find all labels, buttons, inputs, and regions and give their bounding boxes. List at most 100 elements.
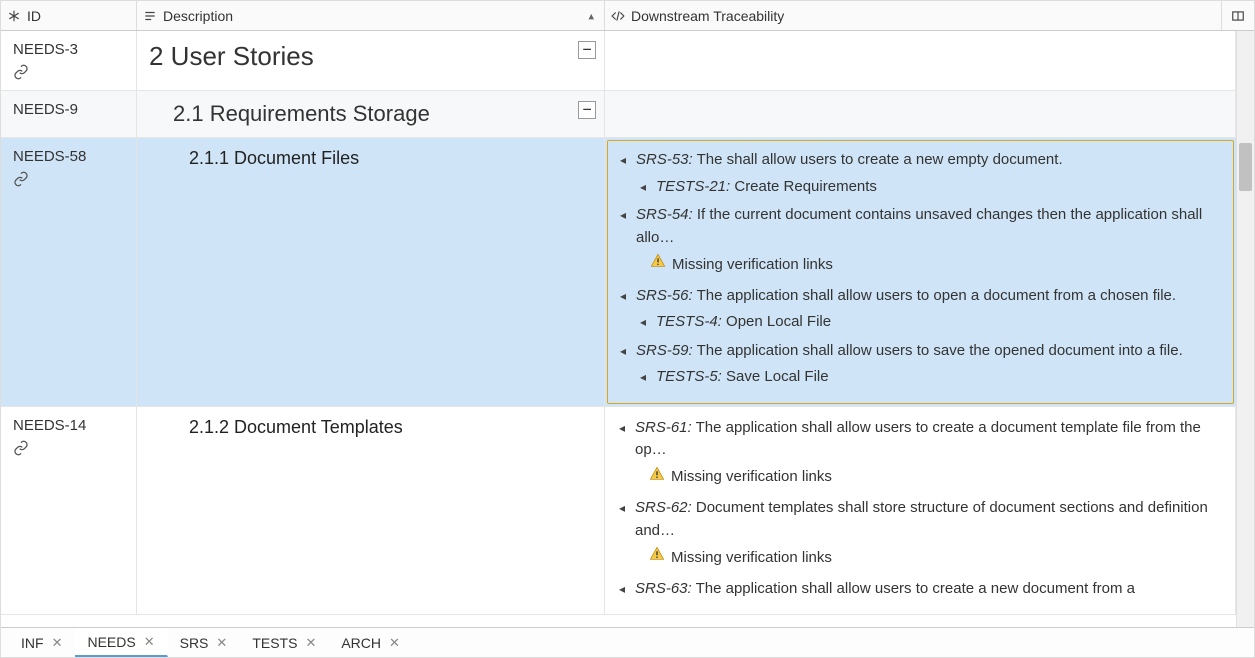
- id-cell: NEEDS-14: [1, 407, 137, 615]
- scrollbar-thumb[interactable]: [1239, 143, 1252, 191]
- trace-ref-id: SRS-63:: [635, 580, 692, 597]
- column-header-traceability[interactable]: Downstream Traceability: [605, 1, 1222, 30]
- tab-needs[interactable]: NEEDS✕: [75, 628, 167, 657]
- trace-subitem[interactable]: ◂TESTS-5: Save Local File: [620, 366, 1221, 389]
- trace-item[interactable]: ◂SRS-62: Document templates shall store …: [619, 497, 1221, 542]
- main-pane: NEEDS-32 User Stories−NEEDS-92.1 Require…: [1, 31, 1254, 627]
- table-row[interactable]: NEEDS-9 2.1 Requirements Storage−: [1, 91, 1236, 138]
- document-tabs: INF✕NEEDS✕SRS✕TESTS✕ARCH✕: [1, 627, 1254, 657]
- close-icon[interactable]: ✕: [144, 634, 155, 650]
- triangle-left-icon: ◂: [620, 342, 626, 360]
- warning-text: Missing verification links: [671, 547, 832, 570]
- trace-ref-id: SRS-53:: [636, 151, 693, 168]
- triangle-left-icon: ◂: [620, 206, 626, 224]
- trace-ref-id: SRS-59:: [636, 342, 693, 359]
- column-config-button[interactable]: [1222, 1, 1254, 30]
- tab-arch[interactable]: ARCH✕: [329, 628, 413, 657]
- trace-text: The application shall allow users to sav…: [693, 342, 1183, 359]
- trace-item[interactable]: ◂SRS-54: If the current document contain…: [620, 204, 1221, 249]
- asterisk-icon: [7, 9, 21, 23]
- trace-item[interactable]: ◂SRS-61: The application shall allow use…: [619, 417, 1221, 462]
- column-header-description-label: Description: [163, 8, 233, 24]
- triangle-left-icon: ◂: [640, 178, 646, 196]
- trace-item[interactable]: ◂SRS-53: The shall allow users to create…: [620, 149, 1221, 172]
- trace-text: Create Requirements: [730, 178, 877, 195]
- close-icon[interactable]: ✕: [389, 635, 400, 651]
- traceability-cell[interactable]: [605, 91, 1236, 137]
- warning-text: Missing verification links: [671, 466, 832, 489]
- tab-label: SRS: [180, 635, 209, 651]
- description-text: 2 User Stories: [149, 41, 592, 72]
- grid-wrap: NEEDS-32 User Stories−NEEDS-92.1 Require…: [1, 31, 1236, 627]
- description-cell[interactable]: 2.1.2 Document Templates: [137, 407, 605, 615]
- warning-icon: [649, 546, 665, 570]
- trace-text: The application shall allow users to cre…: [635, 419, 1201, 459]
- trace-item[interactable]: ◂ SRS-56: The application shall allow use…: [620, 285, 1221, 308]
- id-cell: NEEDS-58: [1, 138, 137, 406]
- traceability-cell[interactable]: [605, 31, 1236, 90]
- row-id: NEEDS-3: [13, 41, 78, 58]
- column-header-id-label: ID: [27, 8, 41, 24]
- table-row[interactable]: NEEDS-3 2 User Stories−: [1, 31, 1236, 91]
- id-cell: NEEDS-3: [1, 31, 137, 90]
- trace-ref-id: TESTS-21:: [656, 178, 730, 195]
- trace-text: The application shall allow users to cre…: [692, 580, 1135, 597]
- description-text: 2.1.2 Document Templates: [149, 417, 592, 438]
- trace-item[interactable]: ◂ SRS-59: The application shall allow use…: [620, 340, 1221, 363]
- tab-tests[interactable]: TESTS ✕: [240, 628, 329, 657]
- warning-text: Missing verification links: [672, 254, 833, 277]
- trace-ref-id: TESTS-5:: [656, 368, 722, 385]
- trace-item[interactable]: ◂ SRS-63: The application shall allow use…: [619, 578, 1221, 601]
- link-icon[interactable]: [13, 440, 124, 456]
- trace-text: Document templates shall store structure…: [635, 499, 1208, 539]
- row-id: NEEDS-14: [13, 417, 86, 434]
- trace-subitem[interactable]: ◂ TESTS-21: Create Requirements: [620, 176, 1221, 199]
- warning-icon: [650, 253, 666, 277]
- warning-row: Missing verification links: [620, 253, 1221, 277]
- trace-ref-id: SRS-54:: [636, 206, 693, 223]
- trace-text: Open Local File: [722, 313, 831, 330]
- column-header-description[interactable]: Description ▴: [137, 1, 605, 30]
- close-icon[interactable]: ✕: [305, 635, 316, 651]
- traceability-cell[interactable]: ◂SRS-53: The shall allow users to create…: [607, 140, 1234, 404]
- description-text: 2.1 Requirements Storage: [149, 101, 592, 127]
- trace-ref-id: SRS-56:: [636, 287, 693, 304]
- link-icon[interactable]: [13, 64, 124, 80]
- description-cell[interactable]: 2.1 Requirements Storage−: [137, 91, 605, 137]
- code-icon: [611, 9, 625, 23]
- tab-label: INF: [21, 635, 44, 651]
- close-icon[interactable]: ✕: [52, 635, 63, 651]
- triangle-left-icon: ◂: [620, 287, 626, 305]
- row-id: NEEDS-9: [13, 101, 78, 118]
- row-id: NEEDS-58: [13, 148, 86, 165]
- triangle-left-icon: ◂: [619, 580, 625, 598]
- triangle-left-icon: ◂: [640, 313, 646, 331]
- description-cell[interactable]: 2.1.1 Document Files: [137, 138, 605, 406]
- trace-ref-id: TESTS-4:: [656, 313, 722, 330]
- table-row[interactable]: NEEDS-14 2.1.2 Document Templates ◂ SRS-61:…: [1, 407, 1236, 616]
- vertical-scrollbar[interactable]: [1236, 31, 1254, 627]
- collapse-button[interactable]: −: [578, 41, 596, 59]
- trace-text: The application shall allow users to ope…: [693, 287, 1176, 304]
- triangle-left-icon: ◂: [640, 368, 646, 386]
- data-grid[interactable]: NEEDS-32 User Stories−NEEDS-92.1 Require…: [1, 31, 1236, 627]
- traceability-cell[interactable]: ◂ SRS-61: The application shall allow use…: [605, 407, 1236, 615]
- trace-ref-id: SRS-61:: [635, 419, 692, 436]
- column-header-row: ID Description ▴ Downstream Traceability: [1, 1, 1254, 31]
- link-icon[interactable]: [13, 171, 124, 187]
- close-icon[interactable]: ✕: [216, 635, 227, 651]
- tab-srs[interactable]: SRS ✕: [168, 628, 241, 657]
- app-root: ID Description ▴ Downstream Traceability…: [0, 0, 1255, 658]
- trace-subitem[interactable]: ◂ TESTS-4: Open Local File: [620, 311, 1221, 334]
- warning-row: Missing verification links: [619, 466, 1221, 490]
- sort-ascending-icon[interactable]: ▴: [588, 9, 594, 22]
- table-row[interactable]: NEEDS-58 2.1.1 Document Files ◂ SRS-53: The…: [1, 138, 1236, 407]
- tab-label: TESTS: [252, 635, 297, 651]
- collapse-button[interactable]: −: [578, 101, 596, 119]
- tab-inf[interactable]: INF ✕: [9, 628, 75, 657]
- column-header-id[interactable]: ID: [1, 1, 137, 30]
- triangle-left-icon: ◂: [620, 151, 626, 169]
- column-header-traceability-label: Downstream Traceability: [631, 8, 784, 24]
- description-cell[interactable]: 2 User Stories−: [137, 31, 605, 90]
- triangle-left-icon: ◂: [619, 499, 625, 517]
